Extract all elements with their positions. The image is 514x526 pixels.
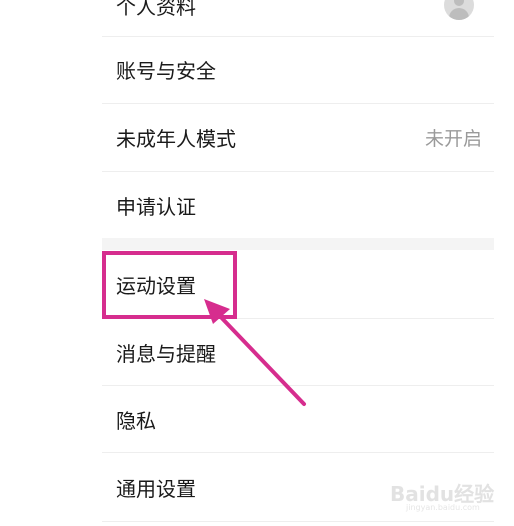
watermark-url: jingyan.baidu.com [406, 503, 480, 512]
pointer-arrow-icon [204, 299, 306, 406]
